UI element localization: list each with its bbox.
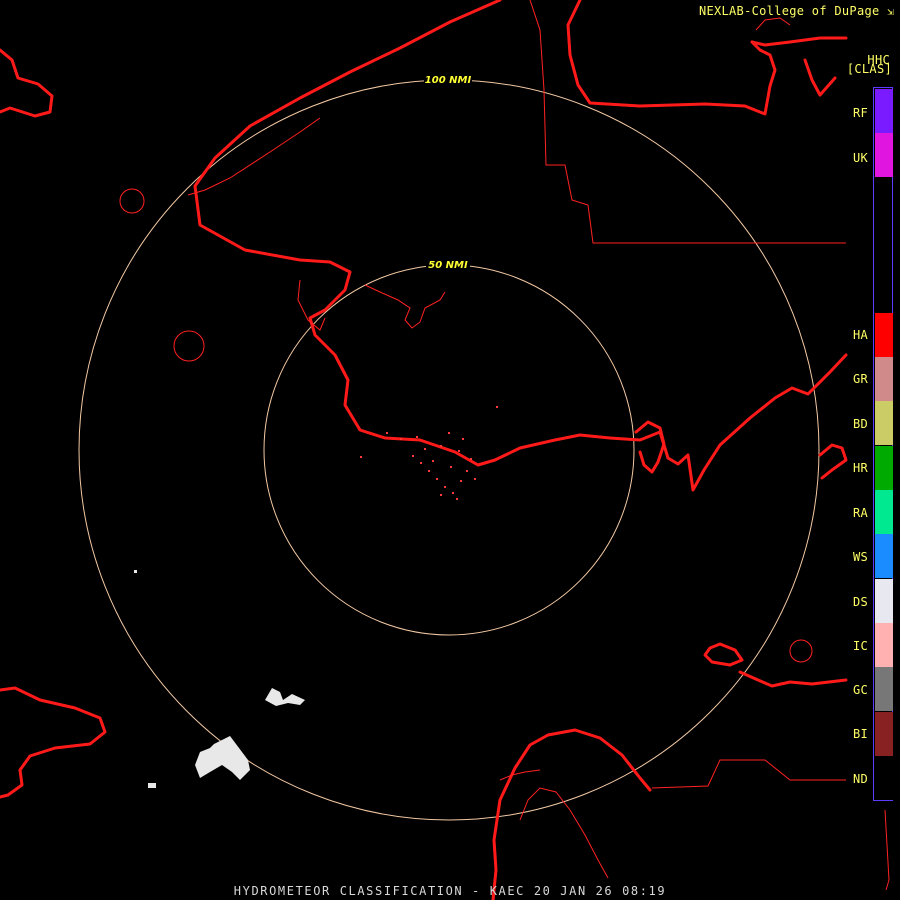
legend-swatch-bi xyxy=(875,712,893,756)
legend-label-gc: GC xyxy=(852,683,868,697)
range-ring-50-label: 50 NMI xyxy=(428,260,468,271)
legend-swatch-gc xyxy=(875,667,893,711)
legend-swatch-ds xyxy=(875,579,893,623)
legend-swatch-ra xyxy=(875,490,893,534)
legend-label-bi: BI xyxy=(852,727,868,741)
legend-swatch-ha xyxy=(875,313,893,357)
credit-text: NEXLAB-College of DuPage ⇲ xyxy=(699,4,894,18)
legend-label-hr: HR xyxy=(852,461,868,475)
credit-label: NEXLAB-College of DuPage xyxy=(698,4,880,18)
legend-swatch-rf xyxy=(875,89,893,133)
radar-map: 100 NMI 50 NMI xyxy=(0,0,890,900)
legend-swatch-nd xyxy=(875,756,893,800)
legend-label-bd: BD xyxy=(852,417,868,431)
legend-label-ds: DS xyxy=(852,595,868,609)
legend-label-ic: IC xyxy=(852,639,868,653)
legend-swatch-ws xyxy=(875,534,893,578)
legend-bar xyxy=(873,87,893,801)
legend-label-ws: WS xyxy=(852,550,868,564)
precip-echoes xyxy=(134,570,305,788)
range-ring-100-label: 100 NMI xyxy=(425,75,472,86)
footer-caption: HYDROMETEOR CLASSIFICATION - KAEC 20 JAN… xyxy=(233,884,667,898)
legend-label-gr: GR xyxy=(852,372,868,386)
legend-label-ha: HA xyxy=(852,328,868,342)
arrow-corner-icon: ⇲ xyxy=(887,5,894,18)
legend-label-nd: ND xyxy=(852,772,868,786)
legend-swatch-ic xyxy=(875,623,893,667)
legend-swatch-uk xyxy=(875,133,893,177)
legend-swatch-gr xyxy=(875,357,893,401)
legend-label-rf: RF xyxy=(852,106,868,120)
legend-swatch-hr xyxy=(875,446,893,490)
radar-clutter xyxy=(360,406,498,500)
legend-swatch-bd xyxy=(875,401,893,445)
coastlines xyxy=(0,0,848,900)
legend-label-ra: RA xyxy=(852,506,868,520)
legend-label-uk: UK xyxy=(852,151,868,165)
group-code: [CLAS] xyxy=(846,62,892,76)
